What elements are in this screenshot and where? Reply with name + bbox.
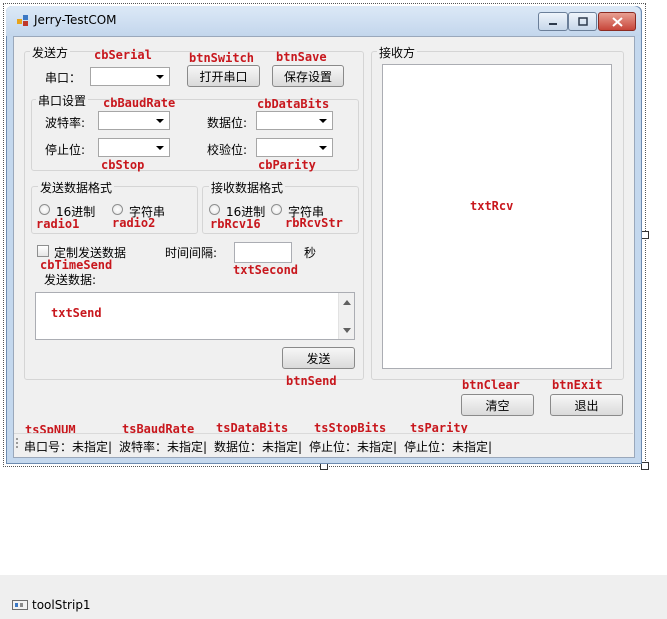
annotation-rbrcvstr: rbRcvStr xyxy=(285,216,343,230)
recv-hex-radio[interactable] xyxy=(209,204,220,215)
interval-input[interactable] xyxy=(234,242,292,263)
timed-send-checkbox[interactable] xyxy=(37,245,49,257)
annotation-btnsend: btnSend xyxy=(286,374,337,388)
annotation-btnswitch: btnSwitch xyxy=(189,51,255,65)
annotation-cbstop: cbStop xyxy=(101,158,145,172)
maximize-icon xyxy=(577,17,588,26)
status-baud: 波特率：未指定| xyxy=(119,440,208,454)
send-format-title: 发送数据格式 xyxy=(38,179,115,196)
chevron-down-icon xyxy=(319,146,327,150)
receive-group-title: 接收方 xyxy=(377,44,418,61)
grip-icon xyxy=(16,438,18,448)
status-databits: 数据位：未指定| xyxy=(214,440,303,454)
seconds-unit: 秒 xyxy=(304,246,317,260)
recv-string-radio[interactable] xyxy=(271,204,282,215)
annotation-rbrcv16: rbRcv16 xyxy=(210,217,261,231)
chevron-down-icon xyxy=(156,75,164,79)
window-title: Jerry-TestCOM xyxy=(34,13,117,27)
stop-bits-combobox[interactable] xyxy=(98,138,170,157)
receive-textbox[interactable] xyxy=(382,64,612,369)
interval-label: 时间间隔: xyxy=(165,246,218,260)
send-scrollbar[interactable] xyxy=(338,293,354,339)
annotation-cbdatabits: cbDataBits xyxy=(257,97,330,111)
annotation-btnclear: btnClear xyxy=(462,378,520,392)
toolstrip-component[interactable]: toolStrip1 xyxy=(12,598,91,612)
clear-button[interactable]: 清空 xyxy=(461,394,534,416)
port-settings-title: 串口设置 xyxy=(36,92,89,109)
exit-button[interactable]: 退出 xyxy=(550,394,623,416)
chevron-down-icon xyxy=(156,146,164,150)
send-group-title: 发送方 xyxy=(30,44,71,61)
status-parity: 停止位：未指定| xyxy=(404,440,493,454)
annotation-btnsave: btnSave xyxy=(276,50,327,64)
send-hex-radio[interactable] xyxy=(39,204,50,215)
serial-port-combobox[interactable] xyxy=(90,67,170,86)
baud-rate-label: 波特率: xyxy=(45,116,86,130)
annotation-cbserial: cbSerial xyxy=(94,48,152,62)
minimize-button[interactable] xyxy=(538,12,568,31)
parity-combobox[interactable] xyxy=(256,138,333,157)
minimize-icon xyxy=(549,22,557,25)
send-button[interactable]: 发送 xyxy=(282,347,355,369)
annotation-cbparity: cbParity xyxy=(258,158,316,172)
data-bits-combobox[interactable] xyxy=(256,111,333,130)
app-icon xyxy=(17,15,28,26)
chevron-down-icon xyxy=(156,119,164,123)
annotation-txtsend: txtSend xyxy=(51,306,102,320)
component-tray xyxy=(0,575,667,619)
status-port: 串口号：未指定| xyxy=(24,440,113,454)
close-icon xyxy=(611,16,623,27)
send-data-label: 发送数据: xyxy=(44,273,97,287)
recv-format-title: 接收数据格式 xyxy=(209,179,286,196)
scroll-down-icon[interactable] xyxy=(343,328,351,333)
baud-rate-combobox[interactable] xyxy=(98,111,170,130)
stop-bits-label: 停止位: xyxy=(45,143,86,157)
annotation-cbbaudrate: cbBaudRate xyxy=(103,96,176,110)
annotation-cbtimesend: cbTimeSend xyxy=(40,258,113,272)
toolstrip-icon xyxy=(12,600,28,610)
scroll-up-icon[interactable] xyxy=(343,300,351,305)
serial-port-label: 串口： xyxy=(45,71,82,85)
status-stopbits: 停止位：未指定| xyxy=(309,440,398,454)
annotation-txtrcv: txtRcv xyxy=(470,199,514,213)
annotation-radio2: radio2 xyxy=(112,216,156,230)
chevron-down-icon xyxy=(319,119,327,123)
annotation-txtsecond: txtSecond xyxy=(233,263,299,277)
resize-handle-right[interactable] xyxy=(641,231,649,239)
annotation-btnexit: btnExit xyxy=(552,378,603,392)
parity-label: 校验位: xyxy=(207,143,248,157)
close-button[interactable] xyxy=(598,12,636,31)
annotation-radio1: radio1 xyxy=(36,217,80,231)
maximize-button[interactable] xyxy=(568,12,597,31)
data-bits-label: 数据位: xyxy=(207,116,248,130)
save-settings-button[interactable]: 保存设置 xyxy=(272,65,344,87)
resize-handle-corner[interactable] xyxy=(641,462,649,470)
open-port-button[interactable]: 打开串口 xyxy=(187,65,260,87)
send-string-radio[interactable] xyxy=(112,204,123,215)
toolstrip-label: toolStrip1 xyxy=(32,598,91,612)
